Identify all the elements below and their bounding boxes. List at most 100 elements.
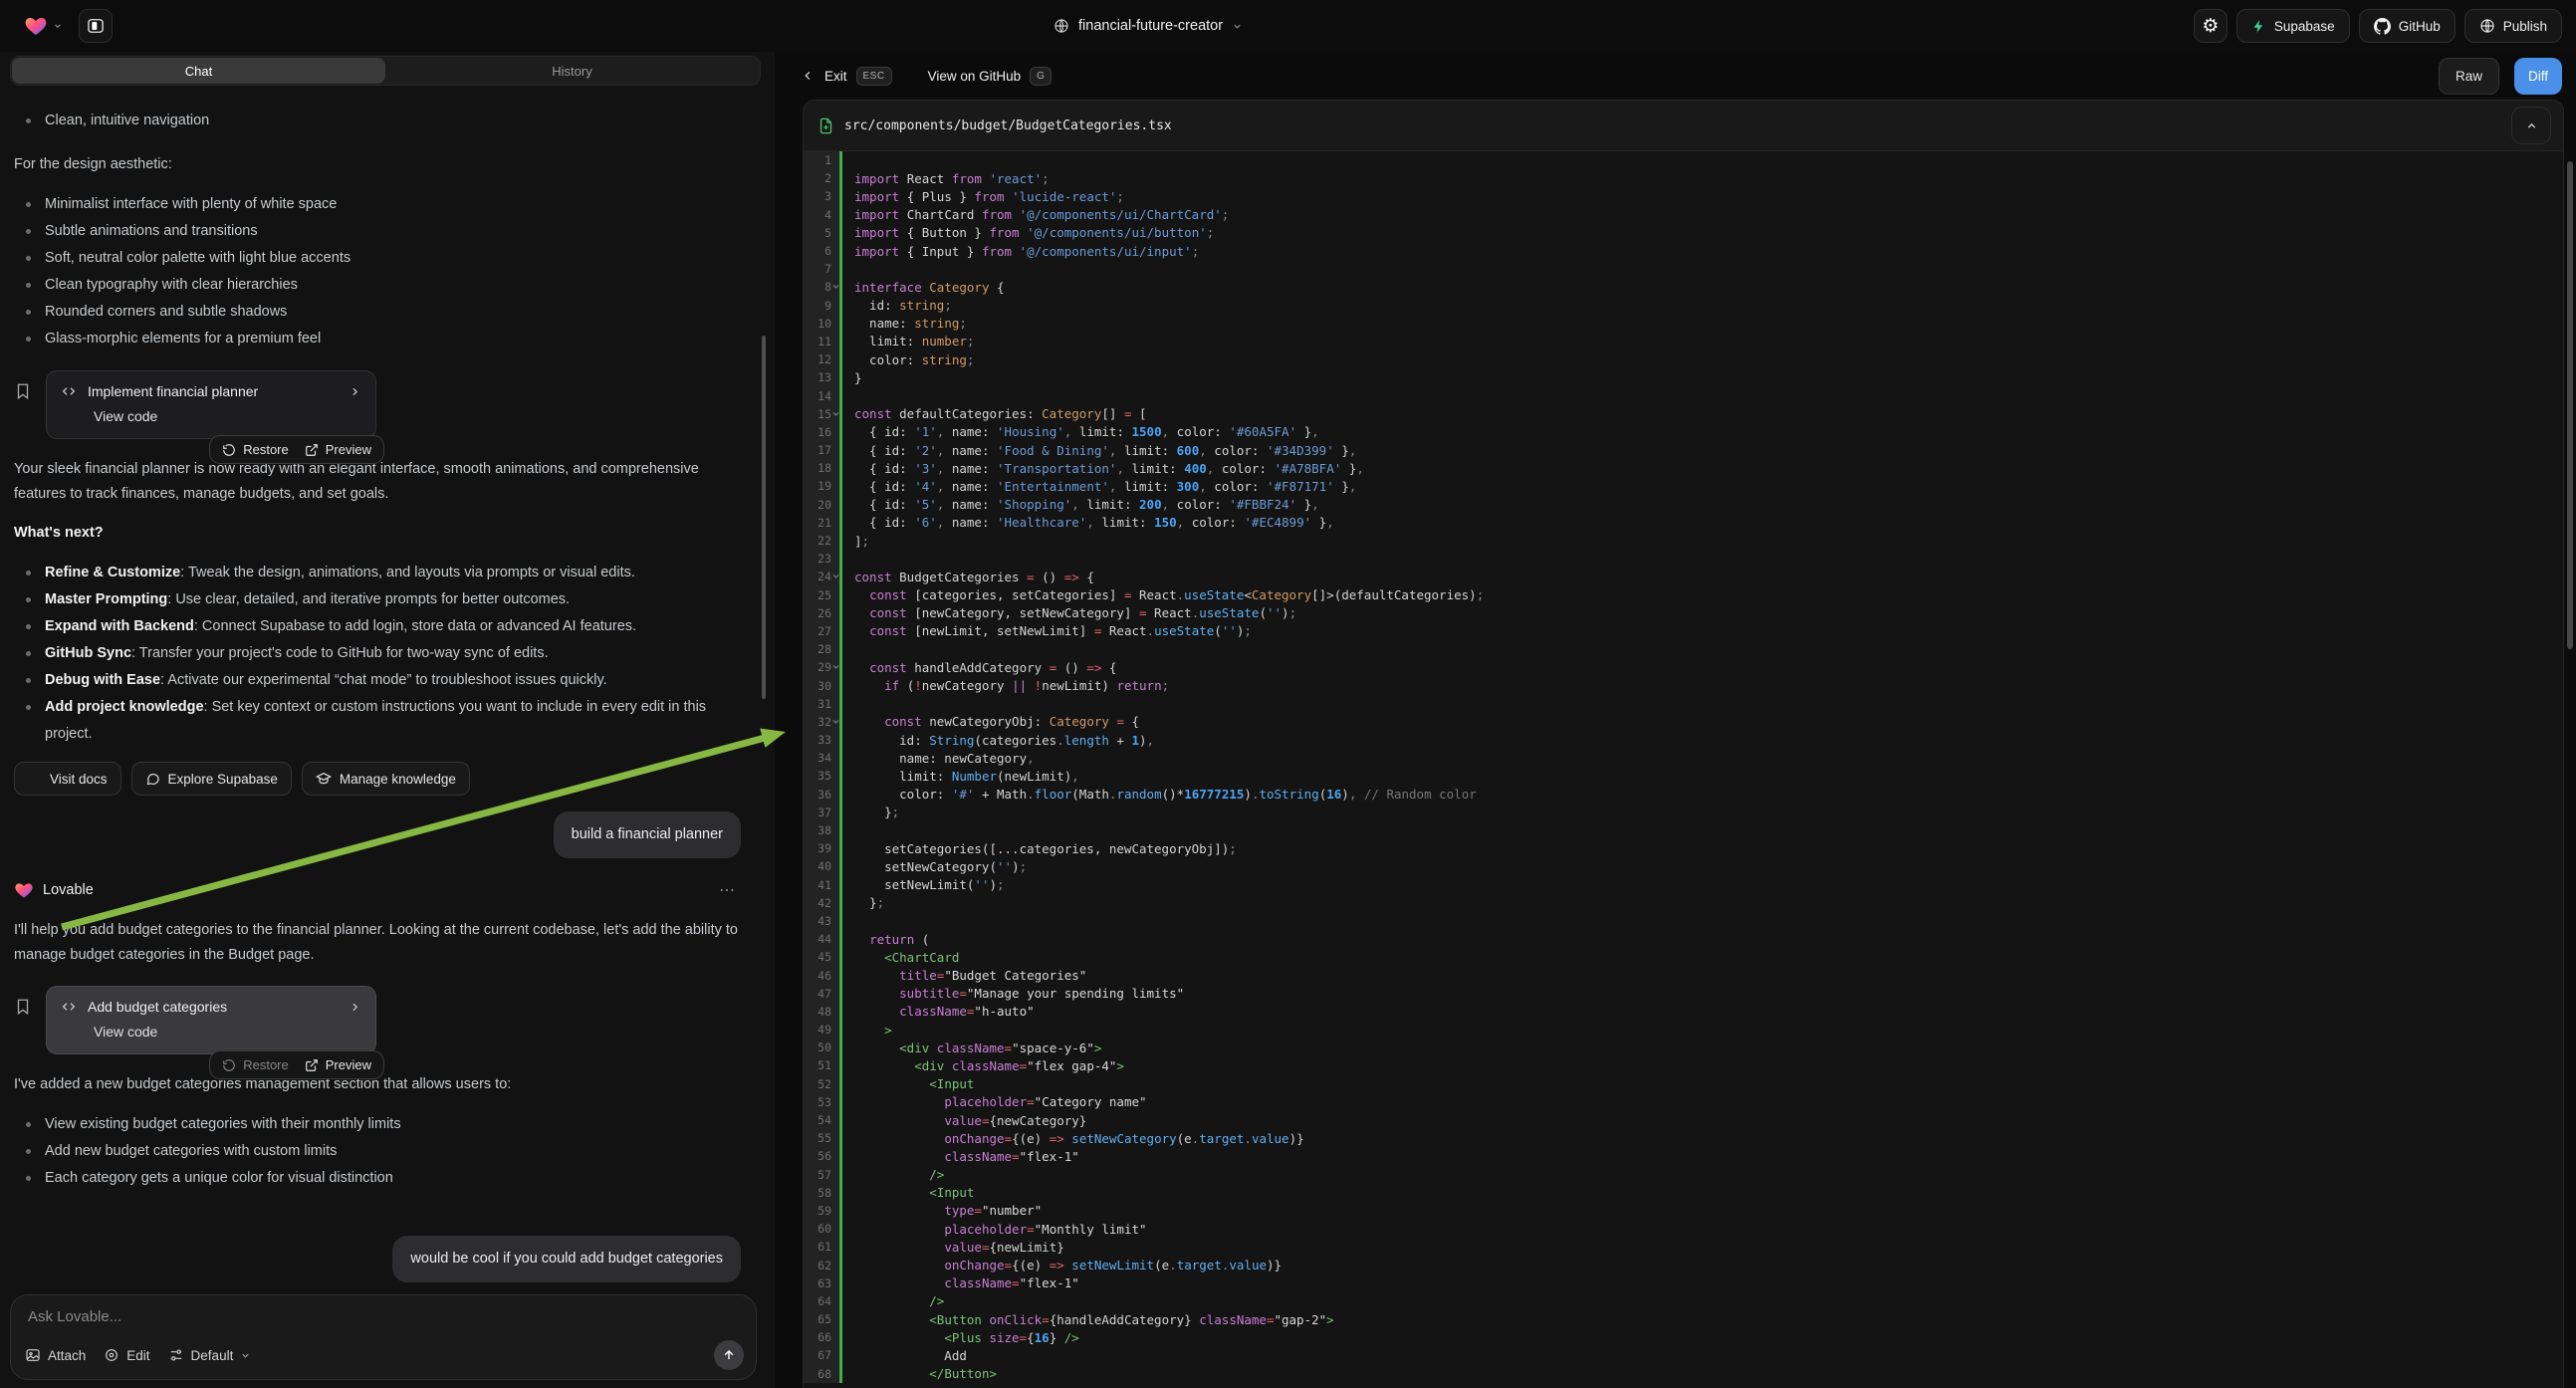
raw-button[interactable]: Raw — [2439, 58, 2499, 95]
bullet-dot — [26, 705, 31, 710]
fold-chevron-icon[interactable] — [831, 662, 840, 671]
line-number: 10 — [804, 315, 842, 333]
bullet-list: View existing budget categories with the… — [14, 1111, 741, 1192]
restore-preview-pill: Restore Preview — [209, 435, 384, 464]
line-number: 52 — [804, 1075, 842, 1093]
supabase-bolt-icon — [2251, 19, 2266, 34]
code-line: 58 <Input — [804, 1184, 2563, 1202]
code-line: 4import ChartCard from '@/components/ui/… — [804, 206, 2563, 224]
line-number: 23 — [804, 550, 842, 568]
restore-button[interactable]: Restore — [222, 442, 289, 457]
code-line: 23 — [804, 550, 2563, 568]
fold-chevron-icon[interactable] — [831, 572, 840, 580]
visit-docs-button[interactable]: Visit docs — [14, 762, 121, 796]
preview-button[interactable]: Preview — [305, 442, 371, 457]
file-added-icon — [818, 117, 834, 134]
view-code-link[interactable]: View code — [94, 1024, 361, 1040]
code-line: 14 — [804, 386, 2563, 404]
code-line: 31 — [804, 695, 2563, 713]
code-line: 32 const newCategoryObj: Category = { — [804, 713, 2563, 731]
code-line: 13} — [804, 368, 2563, 386]
view-code-link[interactable]: View code — [94, 408, 361, 424]
tab-history[interactable]: History — [385, 58, 759, 84]
publish-button[interactable]: Publish — [2464, 9, 2562, 43]
code-line: 18 { id: '3', name: 'Transportation', li… — [804, 459, 2563, 477]
line-number: 45 — [804, 948, 842, 966]
line-number: 13 — [804, 368, 842, 386]
user-message-row: would be cool if you could add budget ca… — [14, 1236, 741, 1282]
message-menu-icon[interactable]: ⋯ — [719, 880, 737, 900]
line-number: 36 — [804, 786, 842, 804]
line-number: 30 — [804, 676, 842, 694]
code-line: 38 — [804, 821, 2563, 839]
code-line: 15const defaultCategories: Category[] = … — [804, 405, 2563, 423]
esc-kbd-badge: ESC — [856, 67, 892, 86]
code-line: 3import { Plus } from 'lucide-react'; — [804, 187, 2563, 205]
chevron-right-icon — [349, 385, 361, 398]
code-line: 53 placeholder="Category name" — [804, 1093, 2563, 1111]
bullet-item: Glass-morphic elements for a premium fee… — [14, 326, 741, 352]
github-button[interactable]: GitHub — [2359, 9, 2456, 43]
fold-chevron-icon[interactable] — [831, 409, 840, 418]
supabase-button[interactable]: Supabase — [2236, 9, 2350, 43]
diff-button[interactable]: Diff — [2514, 58, 2562, 95]
code-line: 41 setNewLimit(''); — [804, 876, 2563, 894]
line-number: 56 — [804, 1147, 842, 1165]
fold-chevron-icon[interactable] — [831, 282, 840, 291]
editor-scrollbar[interactable] — [2567, 161, 2573, 649]
chat-scrollbar[interactable] — [762, 336, 766, 699]
code-line: 56 className="flex-1" — [804, 1147, 2563, 1165]
manage-knowledge-button[interactable]: Manage knowledge — [302, 762, 470, 796]
code-line: 51 <div className="flex gap-4"> — [804, 1056, 2563, 1074]
send-button[interactable] — [714, 1340, 744, 1370]
code-icon — [61, 999, 77, 1015]
restore-preview-pill: Restore Preview — [209, 1050, 384, 1079]
code-line: 21 { id: '6', name: 'Healthcare', limit:… — [804, 514, 2563, 532]
code-line: 67 Add — [804, 1346, 2563, 1364]
code-line: 63 className="flex-1" — [804, 1274, 2563, 1292]
line-number: 3 — [804, 187, 842, 205]
bookmark-icon[interactable] — [14, 998, 32, 1054]
bullet-item: Minimalist interface with plenty of whit… — [14, 191, 741, 218]
toggle-sidebar-button[interactable] — [79, 9, 113, 43]
collapse-file-button[interactable] — [2511, 107, 2551, 144]
ext-icon — [28, 772, 42, 786]
assistant-name: Lovable — [43, 882, 94, 898]
edit-button[interactable]: Edit — [104, 1347, 149, 1363]
file-header[interactable]: src/components/budget/BudgetCategories.t… — [804, 101, 2563, 151]
version-card[interactable]: Implement financial plannerView codeRest… — [46, 370, 376, 439]
code-line: 46 title="Budget Categories" — [804, 966, 2563, 984]
bullet-item: View existing budget categories with the… — [14, 1111, 741, 1138]
project-switcher[interactable]: financial-future-creator — [1054, 0, 1243, 52]
exit-button[interactable]: Exit ESC — [824, 67, 892, 86]
fold-chevron-icon[interactable] — [831, 717, 840, 726]
preview-button[interactable]: Preview — [305, 1057, 371, 1072]
line-number: 6 — [804, 242, 842, 260]
line-number: 55 — [804, 1129, 842, 1147]
lovable-logo-menu[interactable] — [24, 14, 63, 38]
code-line: 1 — [804, 151, 2563, 169]
version-card[interactable]: Add budget categoriesView codeRestorePre… — [46, 986, 376, 1054]
code-line: 27 const [newLimit, setNewLimit] = React… — [804, 622, 2563, 640]
user-message: would be cool if you could add budget ca… — [392, 1236, 741, 1282]
line-number: 47 — [804, 985, 842, 1003]
tab-chat[interactable]: Chat — [12, 58, 385, 84]
line-number: 51 — [804, 1056, 842, 1074]
bullet-item: Master Prompting: Use clear, detailed, a… — [14, 586, 741, 613]
bullet-dot — [26, 202, 31, 207]
bookmark-icon[interactable] — [14, 382, 32, 439]
restore-button[interactable]: Restore — [222, 1057, 289, 1072]
lovable-heart-icon — [24, 14, 48, 38]
bullet-dot — [26, 118, 31, 123]
prompt-input[interactable] — [28, 1308, 742, 1325]
bullet-dot — [26, 229, 31, 234]
suggested-actions: Visit docs Explore Supabase Manage knowled… — [14, 762, 741, 796]
mode-select[interactable]: Default — [168, 1347, 252, 1363]
settings-button[interactable]: ⚙ — [2194, 9, 2227, 43]
view-on-github-button[interactable]: View on GitHub G — [928, 67, 1053, 86]
code-line: 26 const [newCategory, setNewCategory] =… — [804, 604, 2563, 622]
explore-supabase-button[interactable]: Explore Supabase — [131, 762, 292, 796]
attach-button[interactable]: Attach — [25, 1347, 86, 1363]
bullet-dot — [26, 256, 31, 261]
version-card-row: Add budget categoriesView codeRestorePre… — [14, 986, 741, 1054]
